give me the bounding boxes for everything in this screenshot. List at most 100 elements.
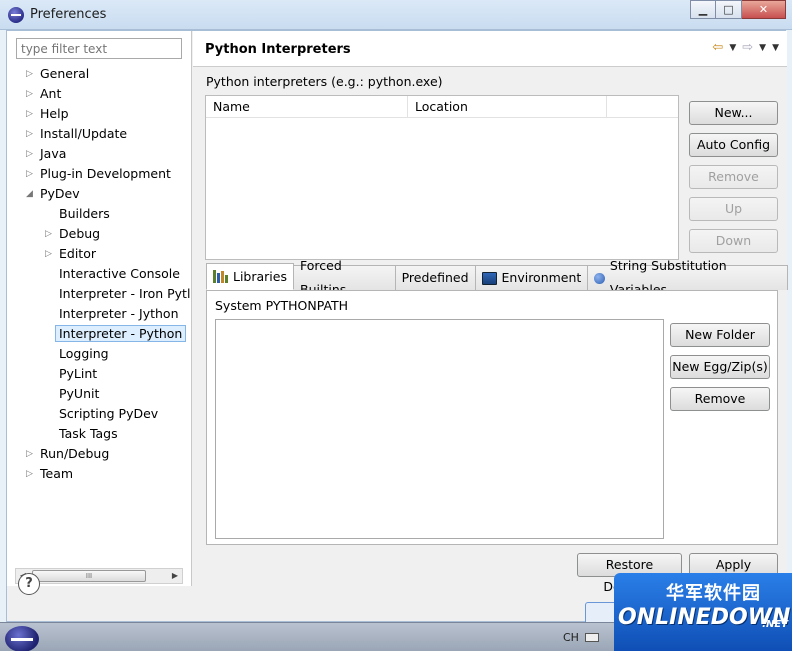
table-header: Name Location bbox=[206, 96, 678, 118]
collapsed-twisty-icon[interactable]: ▷ bbox=[26, 64, 36, 84]
tab-predefined[interactable]: Predefined bbox=[394, 265, 476, 290]
history-nav: ⇦ ▼ ⇨ ▼ ▼ bbox=[712, 40, 779, 55]
close-button[interactable]: ✕ bbox=[742, 0, 786, 19]
tree-item-label: Ant bbox=[40, 86, 62, 101]
string-variables-icon bbox=[594, 272, 605, 284]
scroll-right-icon[interactable]: ▶ bbox=[168, 569, 182, 583]
tree-item[interactable]: PyLint bbox=[59, 364, 97, 384]
up-button[interactable]: Up bbox=[689, 197, 778, 221]
collapsed-twisty-icon[interactable]: ▷ bbox=[26, 124, 36, 144]
collapsed-twisty-icon[interactable]: ▷ bbox=[26, 144, 36, 164]
expanded-twisty-icon[interactable]: ◢ bbox=[26, 184, 36, 204]
tree-item[interactable]: Builders bbox=[59, 204, 110, 224]
tree-item-label: Task Tags bbox=[59, 426, 118, 441]
tree-item[interactable]: Interpreter - Python bbox=[55, 324, 187, 344]
page-header: Python Interpreters ⇦ ▼ ⇨ ▼ ▼ bbox=[193, 31, 787, 67]
auto-config-button[interactable]: Auto Config bbox=[689, 133, 778, 157]
collapsed-twisty-icon[interactable]: ▷ bbox=[26, 164, 36, 184]
tree-item[interactable]: Scripting PyDev bbox=[59, 404, 158, 424]
tree-item[interactable]: ▷ Help bbox=[26, 104, 69, 124]
tree-item[interactable]: PyUnit bbox=[59, 384, 99, 404]
tree-item[interactable]: ◢ PyDev bbox=[26, 184, 80, 204]
new-folder-button[interactable]: New Folder bbox=[670, 323, 770, 347]
collapsed-twisty-icon[interactable]: ▷ bbox=[26, 464, 36, 484]
tree-item[interactable]: ▷ Plug-in Development bbox=[26, 164, 171, 184]
eclipse-icon bbox=[8, 7, 24, 23]
tree-item-label: Run/Debug bbox=[40, 446, 110, 461]
tree-item[interactable]: ▷ Java bbox=[26, 144, 67, 164]
tree-item-label: Interpreter - Iron Pytl bbox=[59, 286, 191, 301]
tree-item[interactable]: Interpreter - Jython bbox=[59, 304, 179, 324]
new-egg-zip-button[interactable]: New Egg/Zip(s) bbox=[670, 355, 770, 379]
remove-path-button[interactable]: Remove bbox=[670, 387, 770, 411]
down-button[interactable]: Down bbox=[689, 229, 778, 253]
tab-string-substitution[interactable]: String Substitution Variables bbox=[587, 258, 788, 297]
ime-indicator[interactable]: CH bbox=[563, 631, 579, 644]
horizontal-scrollbar[interactable]: ◀ III ▶ bbox=[15, 568, 183, 584]
filter-input[interactable] bbox=[16, 38, 182, 59]
tab-predefined-label: Predefined bbox=[401, 270, 469, 285]
remove-interpreter-button[interactable]: Remove bbox=[689, 165, 778, 189]
tree-item[interactable]: Task Tags bbox=[59, 424, 118, 444]
minimize-button[interactable]: ▁ bbox=[690, 0, 716, 19]
tree-item-label: PyLint bbox=[59, 366, 98, 381]
keyboard-icon[interactable] bbox=[585, 633, 599, 642]
tree-item[interactable]: ▷ Install/Update bbox=[26, 124, 127, 144]
preferences-tree-pane: ▷ General ▷ Ant ▷ Help ▷ Install/Update ▷ Java ▷ Pl… bbox=[7, 31, 192, 586]
tree-item-label: Interactive Console bbox=[59, 266, 180, 281]
tree-item-label: Java bbox=[40, 146, 67, 161]
tree-item-label: Logging bbox=[59, 346, 109, 361]
new-interpreter-button[interactable]: New... bbox=[689, 101, 778, 125]
tree-item[interactable]: Interactive Console bbox=[59, 264, 180, 284]
libraries-icon bbox=[213, 270, 228, 283]
tree-item-label: Interpreter - Python bbox=[55, 325, 187, 342]
pythonpath-list[interactable] bbox=[215, 319, 664, 539]
title-bar: Preferences ▁ □ ✕ bbox=[0, 0, 792, 30]
ok-button[interactable] bbox=[585, 602, 615, 622]
tree-item-label: Plug-in Development bbox=[40, 166, 171, 181]
tree-item[interactable]: ▷ Run/Debug bbox=[26, 444, 110, 464]
tree-item-label: Editor bbox=[59, 246, 96, 261]
interpreters-table[interactable]: Name Location bbox=[205, 95, 679, 260]
tree-item-label: PyDev bbox=[40, 186, 80, 201]
tree-item[interactable]: ▷ Editor bbox=[45, 244, 96, 264]
forward-arrow-icon[interactable]: ⇨ bbox=[742, 40, 753, 55]
column-name[interactable]: Name bbox=[206, 96, 408, 118]
tab-forced-builtins[interactable]: Forced Builtins bbox=[293, 258, 396, 297]
interpreter-tabs: Libraries Forced Builtins Predefined Env… bbox=[206, 258, 788, 297]
collapsed-twisty-icon[interactable]: ▷ bbox=[45, 244, 55, 264]
column-location[interactable]: Location bbox=[408, 96, 607, 118]
collapsed-twisty-icon[interactable]: ▷ bbox=[26, 84, 36, 104]
tab-environment[interactable]: Environment bbox=[474, 265, 589, 290]
system-pythonpath-label: System PYTHONPATH bbox=[215, 298, 349, 313]
page-title: Python Interpreters bbox=[205, 42, 351, 57]
tree-item[interactable]: ▷ Debug bbox=[45, 224, 100, 244]
onlinedown-watermark: 华军软件园 ONLINEDOWN .NET bbox=[614, 573, 792, 651]
tree-item-label: Team bbox=[40, 466, 74, 481]
view-menu-icon[interactable]: ▼ bbox=[772, 43, 779, 53]
back-dropdown-icon[interactable]: ▼ bbox=[729, 43, 736, 53]
scrollbar-thumb[interactable]: III bbox=[32, 570, 146, 582]
back-arrow-icon[interactable]: ⇦ bbox=[712, 40, 723, 55]
tree-item[interactable]: Interpreter - Iron Pytl bbox=[59, 284, 190, 304]
collapsed-twisty-icon[interactable]: ▷ bbox=[26, 104, 36, 124]
collapsed-twisty-icon[interactable]: ▷ bbox=[45, 224, 55, 244]
tab-libraries-label: Libraries bbox=[233, 268, 287, 284]
tree-item[interactable]: ▷ Ant bbox=[26, 84, 62, 104]
eclipse-taskbar-icon[interactable] bbox=[5, 626, 39, 651]
tree-item[interactable]: Logging bbox=[59, 344, 109, 364]
tab-libraries[interactable]: Libraries bbox=[206, 263, 294, 290]
window-title: Preferences bbox=[30, 7, 107, 22]
tree-item-label: Help bbox=[40, 106, 69, 121]
interpreters-label: Python interpreters (e.g.: python.exe) bbox=[206, 74, 443, 89]
tree-item-label: Scripting PyDev bbox=[59, 406, 159, 421]
window-controls: ▁ □ ✕ bbox=[690, 0, 786, 19]
tree-item[interactable]: ▷ General bbox=[26, 64, 89, 84]
help-icon[interactable]: ? bbox=[18, 573, 40, 595]
collapsed-twisty-icon[interactable]: ▷ bbox=[26, 444, 36, 464]
preferences-dialog: ▷ General ▷ Ant ▷ Help ▷ Install/Update ▷ Java ▷ Pl… bbox=[6, 30, 788, 622]
maximize-button[interactable]: □ bbox=[716, 0, 742, 19]
forward-dropdown-icon[interactable]: ▼ bbox=[759, 43, 766, 53]
watermark-chinese: 华军软件园 bbox=[666, 583, 761, 604]
tree-item[interactable]: ▷ Team bbox=[26, 464, 74, 484]
